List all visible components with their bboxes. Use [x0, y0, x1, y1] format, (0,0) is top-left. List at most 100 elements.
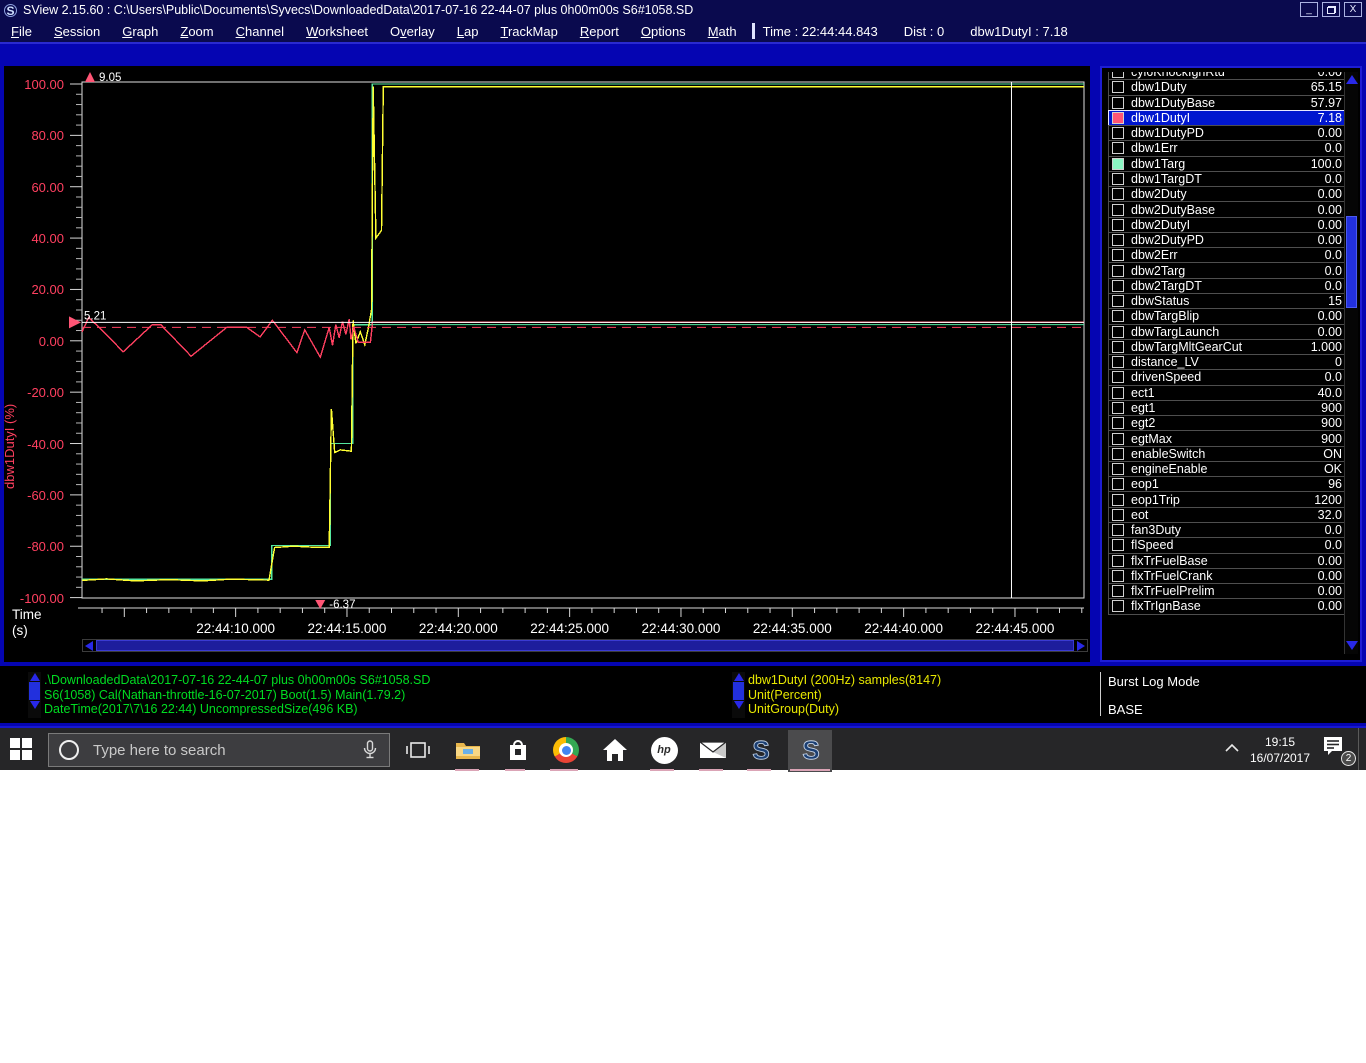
chart-panel[interactable]: 22:44:10.00022:44:15.00022:44:20.00022:4…	[4, 66, 1090, 662]
start-button[interactable]	[10, 738, 36, 762]
scroll-right-icon[interactable]	[1075, 640, 1087, 651]
channel-row-flxTrFuelCrank[interactable]: flxTrFuelCrank0.00	[1108, 568, 1348, 584]
channel-swatch[interactable]	[1112, 478, 1124, 490]
channel-row-flxTrIgnBase[interactable]: flxTrIgnBase0.00	[1108, 598, 1348, 614]
channel-swatch[interactable]	[1112, 341, 1124, 353]
menu-file[interactable]: File	[0, 24, 43, 39]
channel-swatch[interactable]	[1112, 72, 1124, 78]
channel-swatch[interactable]	[1112, 295, 1124, 307]
channel-row-dbw1Duty[interactable]: dbw1Duty65.15	[1108, 79, 1348, 95]
channel-swatch[interactable]	[1112, 402, 1124, 414]
channel-swatch[interactable]	[1112, 417, 1124, 429]
channel-swatch[interactable]	[1112, 173, 1124, 185]
graph-plot[interactable]: 22:44:10.00022:44:15.00022:44:20.00022:4…	[4, 66, 1090, 662]
restore-button[interactable]	[1322, 2, 1340, 17]
channel-row-dbwTargMltGearCut[interactable]: dbwTargMltGearCut1.000	[1108, 339, 1348, 355]
channel-swatch[interactable]	[1112, 509, 1124, 521]
channel-row-fan3Duty[interactable]: fan3Duty0.0	[1108, 522, 1348, 538]
menu-channel[interactable]: Channel	[225, 24, 295, 39]
channel-row-dbw2Targ[interactable]: dbw2Targ0.0	[1108, 262, 1348, 278]
file-explorer-button[interactable]	[453, 735, 483, 765]
channel-swatch[interactable]	[1112, 433, 1124, 445]
channel-row-dbw1DutyBase[interactable]: dbw1DutyBase57.97	[1108, 95, 1348, 111]
mini-scroll-thumb[interactable]	[29, 682, 40, 700]
channel-swatch[interactable]	[1112, 265, 1124, 277]
channel-swatch[interactable]	[1112, 97, 1124, 109]
menu-overlay[interactable]: Overlay	[379, 24, 446, 39]
scroll-up-icon[interactable]	[30, 673, 40, 681]
scroll-down-icon[interactable]	[30, 701, 40, 709]
channel-swatch[interactable]	[1112, 356, 1124, 368]
h-scroll-thumb[interactable]	[96, 640, 1074, 651]
channel-swatch[interactable]	[1112, 539, 1124, 551]
channel-row-dbw1DutyI[interactable]: dbw1DutyI7.18	[1108, 110, 1348, 126]
scroll-down-icon[interactable]	[1346, 641, 1358, 650]
close-button[interactable]: X	[1344, 2, 1362, 17]
channel-row-flxTrFuelPrelim[interactable]: flxTrFuelPrelim0.00	[1108, 583, 1348, 599]
channel-row-dbw2DutyBase[interactable]: dbw2DutyBase0.00	[1108, 201, 1348, 217]
channel-row-egt2[interactable]: egt2900	[1108, 415, 1348, 431]
channel-swatch[interactable]	[1112, 234, 1124, 246]
channel-swatch[interactable]	[1112, 112, 1124, 124]
channel-row-drivenSpeed[interactable]: drivenSpeed0.0	[1108, 369, 1348, 385]
channel-row-flxTrFuelBase[interactable]: flxTrFuelBase0.00	[1108, 553, 1348, 569]
channel-swatch[interactable]	[1112, 204, 1124, 216]
scroll-up-icon[interactable]	[734, 673, 744, 681]
channel-swatch[interactable]	[1112, 188, 1124, 200]
scroll-left-icon[interactable]	[83, 640, 95, 651]
channel-swatch[interactable]	[1112, 570, 1124, 582]
channel-row-dbw2Duty[interactable]: dbw2Duty0.00	[1108, 186, 1348, 202]
scroll-down-icon[interactable]	[734, 701, 744, 709]
tray-clock[interactable]: 19:15 16/07/2017	[1244, 734, 1316, 766]
scroll-up-icon[interactable]	[1346, 75, 1358, 84]
footer-left-scrollbar[interactable]	[28, 672, 41, 718]
channel-row-egt1[interactable]: egt1900	[1108, 400, 1348, 416]
v-scroll-thumb[interactable]	[1346, 216, 1357, 308]
channel-row-eop1Trip[interactable]: eop1Trip1200	[1108, 491, 1348, 507]
channel-row-eot[interactable]: eot32.0	[1108, 507, 1348, 523]
channel-row-flSpeed[interactable]: flSpeed0.0	[1108, 537, 1348, 553]
channel-swatch[interactable]	[1112, 585, 1124, 597]
channel-swatch[interactable]	[1112, 463, 1124, 475]
channel-row-dbwStatus[interactable]: dbwStatus15	[1108, 293, 1348, 309]
channel-row-dbw1DutyPD[interactable]: dbw1DutyPD0.00	[1108, 125, 1348, 141]
channel-swatch[interactable]	[1112, 555, 1124, 567]
home-app-button[interactable]	[600, 735, 630, 765]
mail-button[interactable]	[698, 735, 728, 765]
channel-row-dbw2DutyPD[interactable]: dbw2DutyPD0.00	[1108, 232, 1348, 248]
footer-mid-scrollbar[interactable]	[732, 672, 745, 718]
store-button[interactable]	[503, 735, 533, 765]
channel-swatch[interactable]	[1112, 494, 1124, 506]
microphone-icon[interactable]	[363, 740, 377, 760]
channel-swatch[interactable]	[1112, 158, 1124, 170]
channel-swatch[interactable]	[1112, 249, 1124, 261]
channel-swatch[interactable]	[1112, 387, 1124, 399]
sview-app-button[interactable]: S	[746, 735, 776, 765]
channel-swatch[interactable]	[1112, 127, 1124, 139]
channel-row-dbw2DutyI[interactable]: dbw2DutyI0.00	[1108, 217, 1348, 233]
channel-swatch[interactable]	[1112, 326, 1124, 338]
hp-app-button[interactable]: hp	[649, 735, 679, 765]
channel-row-distance_LV[interactable]: distance_LV0	[1108, 354, 1348, 370]
channel-row-cyl6KnockIgnRtd[interactable]: cyl6KnockIgnRtd0.00	[1108, 72, 1348, 80]
menu-trackmap[interactable]: TrackMap	[490, 24, 569, 39]
channel-swatch[interactable]	[1112, 219, 1124, 231]
channel-swatch[interactable]	[1112, 524, 1124, 536]
channel-v-scrollbar[interactable]	[1344, 72, 1358, 654]
menu-session[interactable]: Session	[43, 24, 111, 39]
channel-row-egtMax[interactable]: egtMax900	[1108, 430, 1348, 446]
menu-report[interactable]: Report	[569, 24, 630, 39]
channel-row-ect1[interactable]: ect140.0	[1108, 385, 1348, 401]
channel-row-dbw2Err[interactable]: dbw2Err0.0	[1108, 247, 1348, 263]
menu-math[interactable]: Math	[697, 24, 748, 39]
search-box[interactable]: Type here to search	[48, 733, 390, 767]
menu-worksheet[interactable]: Worksheet	[295, 24, 379, 39]
channel-swatch[interactable]	[1112, 280, 1124, 292]
channel-swatch[interactable]	[1112, 310, 1124, 322]
minimize-button[interactable]: _	[1300, 2, 1318, 17]
menu-lap[interactable]: Lap	[446, 24, 490, 39]
channel-swatch[interactable]	[1112, 142, 1124, 154]
show-desktop-button[interactable]	[1358, 728, 1365, 770]
task-view-button[interactable]	[403, 735, 433, 765]
sview-app-button-active[interactable]: S	[796, 735, 826, 765]
